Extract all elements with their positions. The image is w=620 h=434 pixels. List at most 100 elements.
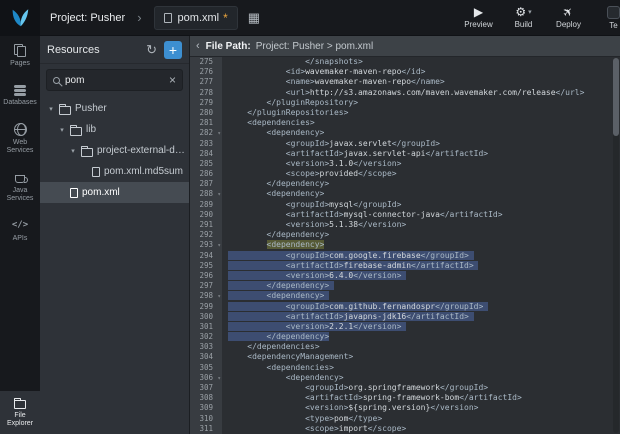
code-line-275[interactable]: 275 </snapshots>: [190, 57, 620, 67]
search-input[interactable]: [65, 75, 164, 86]
line-number[interactable]: 298▾: [190, 291, 222, 301]
expand-caret-icon[interactable]: ▾: [58, 126, 66, 134]
code-text[interactable]: </snapshots>: [222, 57, 363, 67]
tree-item-pom-xml[interactable]: pom.xml: [40, 182, 189, 203]
code-line-290[interactable]: 290 <artifactId>mysql-connector-java</ar…: [190, 210, 620, 220]
line-number[interactable]: 283: [190, 139, 222, 149]
sidebar-item-pages[interactable]: Pages: [0, 36, 40, 76]
line-number[interactable]: 295: [190, 261, 222, 271]
code-text[interactable]: <version>3.1.0</version>: [222, 159, 401, 169]
code-text[interactable]: </pluginRepositories>: [222, 108, 348, 118]
code-text[interactable]: </dependencies>: [222, 342, 320, 352]
expand-caret-icon[interactable]: ▾: [69, 147, 77, 155]
line-number[interactable]: 301: [190, 322, 222, 332]
code-text[interactable]: <url>http://s3.amazonaws.com/maven.wavem…: [222, 88, 584, 98]
code-text[interactable]: </dependency>: [222, 332, 329, 342]
sidebar-item-databases[interactable]: Databases: [0, 76, 40, 115]
code-line-308[interactable]: 308 <artifactId>spring-framework-bom</ar…: [190, 393, 620, 403]
preview-button[interactable]: ▶Preview: [456, 0, 501, 35]
code-line-276[interactable]: 276 <id>wavemaker-maven-repo</id>: [190, 67, 620, 77]
code-text[interactable]: <version>6.4.0</version>: [222, 271, 406, 281]
code-text[interactable]: <artifactId>spring-framework-bom</artifa…: [222, 393, 522, 403]
code-line-287[interactable]: 287 </dependency>: [190, 179, 620, 189]
code-text[interactable]: </dependency>: [222, 179, 329, 189]
code-line-299[interactable]: 299 <groupId>com.github.fernandospr</gro…: [190, 302, 620, 312]
sidebar-item-web-services[interactable]: Web Services: [0, 115, 40, 163]
code-text[interactable]: <version>2.2.1</version>: [222, 322, 406, 332]
code-text[interactable]: <groupId>com.google.firebase</groupId>: [222, 251, 474, 261]
sidebar-item-file-explorer[interactable]: File Explorer: [0, 391, 40, 434]
code-text[interactable]: <dependency>: [222, 189, 324, 199]
code-text[interactable]: <artifactId>javax.servlet-api</artifactI…: [222, 149, 488, 159]
code-line-306[interactable]: 306▾ <dependency>: [190, 373, 620, 383]
line-number[interactable]: 309: [190, 403, 222, 413]
line-number[interactable]: 289: [190, 200, 222, 210]
line-number[interactable]: 291: [190, 220, 222, 230]
code-text[interactable]: <groupId>org.springframework</groupId>: [222, 383, 488, 393]
code-line-310[interactable]: 310 <type>pom</type>: [190, 414, 620, 424]
more-button[interactable]: Te: [591, 0, 620, 35]
code-line-291[interactable]: 291 <version>5.1.38</version>: [190, 220, 620, 230]
code-text[interactable]: <dependencies>: [222, 118, 315, 128]
code-text[interactable]: <artifactId>firebase-admin</artifactId>: [222, 261, 478, 271]
line-number[interactable]: 285: [190, 159, 222, 169]
code-line-283[interactable]: 283 <groupId>javax.servlet</groupId>: [190, 139, 620, 149]
vertical-scrollbar[interactable]: [613, 58, 619, 433]
build-button[interactable]: ⚙▾Build: [501, 0, 546, 35]
code-line-296[interactable]: 296 <version>6.4.0</version>: [190, 271, 620, 281]
tree-item-lib[interactable]: ▾lib: [40, 119, 189, 140]
code-line-311[interactable]: 311 <scope>import</scope>: [190, 424, 620, 434]
sidebar-item-apis[interactable]: </>APIs: [0, 211, 40, 251]
code-text[interactable]: <artifactId>mysql-connector-java</artifa…: [222, 210, 503, 220]
code-line-309[interactable]: 309 <version>${spring.version}</version>: [190, 403, 620, 413]
line-number[interactable]: 290: [190, 210, 222, 220]
collapse-panel-icon[interactable]: ‹: [196, 40, 200, 52]
code-line-282[interactable]: 282▾ <dependency>: [190, 128, 620, 138]
line-number[interactable]: 299: [190, 302, 222, 312]
scrollbar-thumb[interactable]: [613, 58, 619, 136]
code-text[interactable]: </dependency>: [222, 281, 334, 291]
tab-pom-xml[interactable]: pom.xml *: [154, 6, 238, 30]
line-number[interactable]: 304: [190, 352, 222, 362]
code-line-284[interactable]: 284 <artifactId>javax.servlet-api</artif…: [190, 149, 620, 159]
code-line-285[interactable]: 285 <version>3.1.0</version>: [190, 159, 620, 169]
code-editor[interactable]: 275 </snapshots>276 <id>wavemaker-maven-…: [190, 57, 620, 434]
code-line-294[interactable]: 294 <groupId>com.google.firebase</groupI…: [190, 251, 620, 261]
grid-menu-icon[interactable]: ▦: [248, 10, 260, 26]
code-line-279[interactable]: 279 </pluginRepository>: [190, 98, 620, 108]
line-number[interactable]: 297: [190, 281, 222, 291]
code-text[interactable]: <dependency>: [222, 128, 324, 138]
line-number[interactable]: 282▾: [190, 128, 222, 138]
line-number[interactable]: 292: [190, 230, 222, 240]
code-text[interactable]: <name>wavemaker-maven-repo</name>: [222, 77, 445, 87]
sidebar-item-java-services[interactable]: Java Services: [0, 163, 40, 211]
deploy-button[interactable]: ✈Deploy: [546, 0, 591, 35]
line-number[interactable]: 308: [190, 393, 222, 403]
line-number[interactable]: 294: [190, 251, 222, 261]
code-line-280[interactable]: 280 </pluginRepositories>: [190, 108, 620, 118]
line-number[interactable]: 307: [190, 383, 222, 393]
line-number[interactable]: 306▾: [190, 373, 222, 383]
code-text[interactable]: <type>pom</type>: [222, 414, 382, 424]
code-line-298[interactable]: 298▾ <dependency>: [190, 291, 620, 301]
code-text[interactable]: <groupId>javax.servlet</groupId>: [222, 139, 440, 149]
line-number[interactable]: 278: [190, 88, 222, 98]
line-number[interactable]: 300: [190, 312, 222, 322]
code-text[interactable]: <groupId>com.github.fernandospr</groupId…: [222, 302, 488, 312]
line-number[interactable]: 279: [190, 98, 222, 108]
line-number[interactable]: 277: [190, 77, 222, 87]
code-text[interactable]: <dependency>: [222, 240, 324, 250]
line-number[interactable]: 302: [190, 332, 222, 342]
code-line-307[interactable]: 307 <groupId>org.springframework</groupI…: [190, 383, 620, 393]
tree-item-project-external-depen-[interactable]: ▾project-external-depen...: [40, 140, 189, 161]
code-line-286[interactable]: 286 <scope>provided</scope>: [190, 169, 620, 179]
tree-item-pusher[interactable]: ▾Pusher: [40, 98, 189, 119]
line-number[interactable]: 311: [190, 424, 222, 434]
line-number[interactable]: 281: [190, 118, 222, 128]
line-number[interactable]: 303: [190, 342, 222, 352]
line-number[interactable]: 276: [190, 67, 222, 77]
code-line-297[interactable]: 297 </dependency>: [190, 281, 620, 291]
code-line-301[interactable]: 301 <version>2.2.1</version>: [190, 322, 620, 332]
code-text[interactable]: <dependency>: [222, 291, 329, 301]
wavemaker-logo[interactable]: [0, 0, 40, 36]
